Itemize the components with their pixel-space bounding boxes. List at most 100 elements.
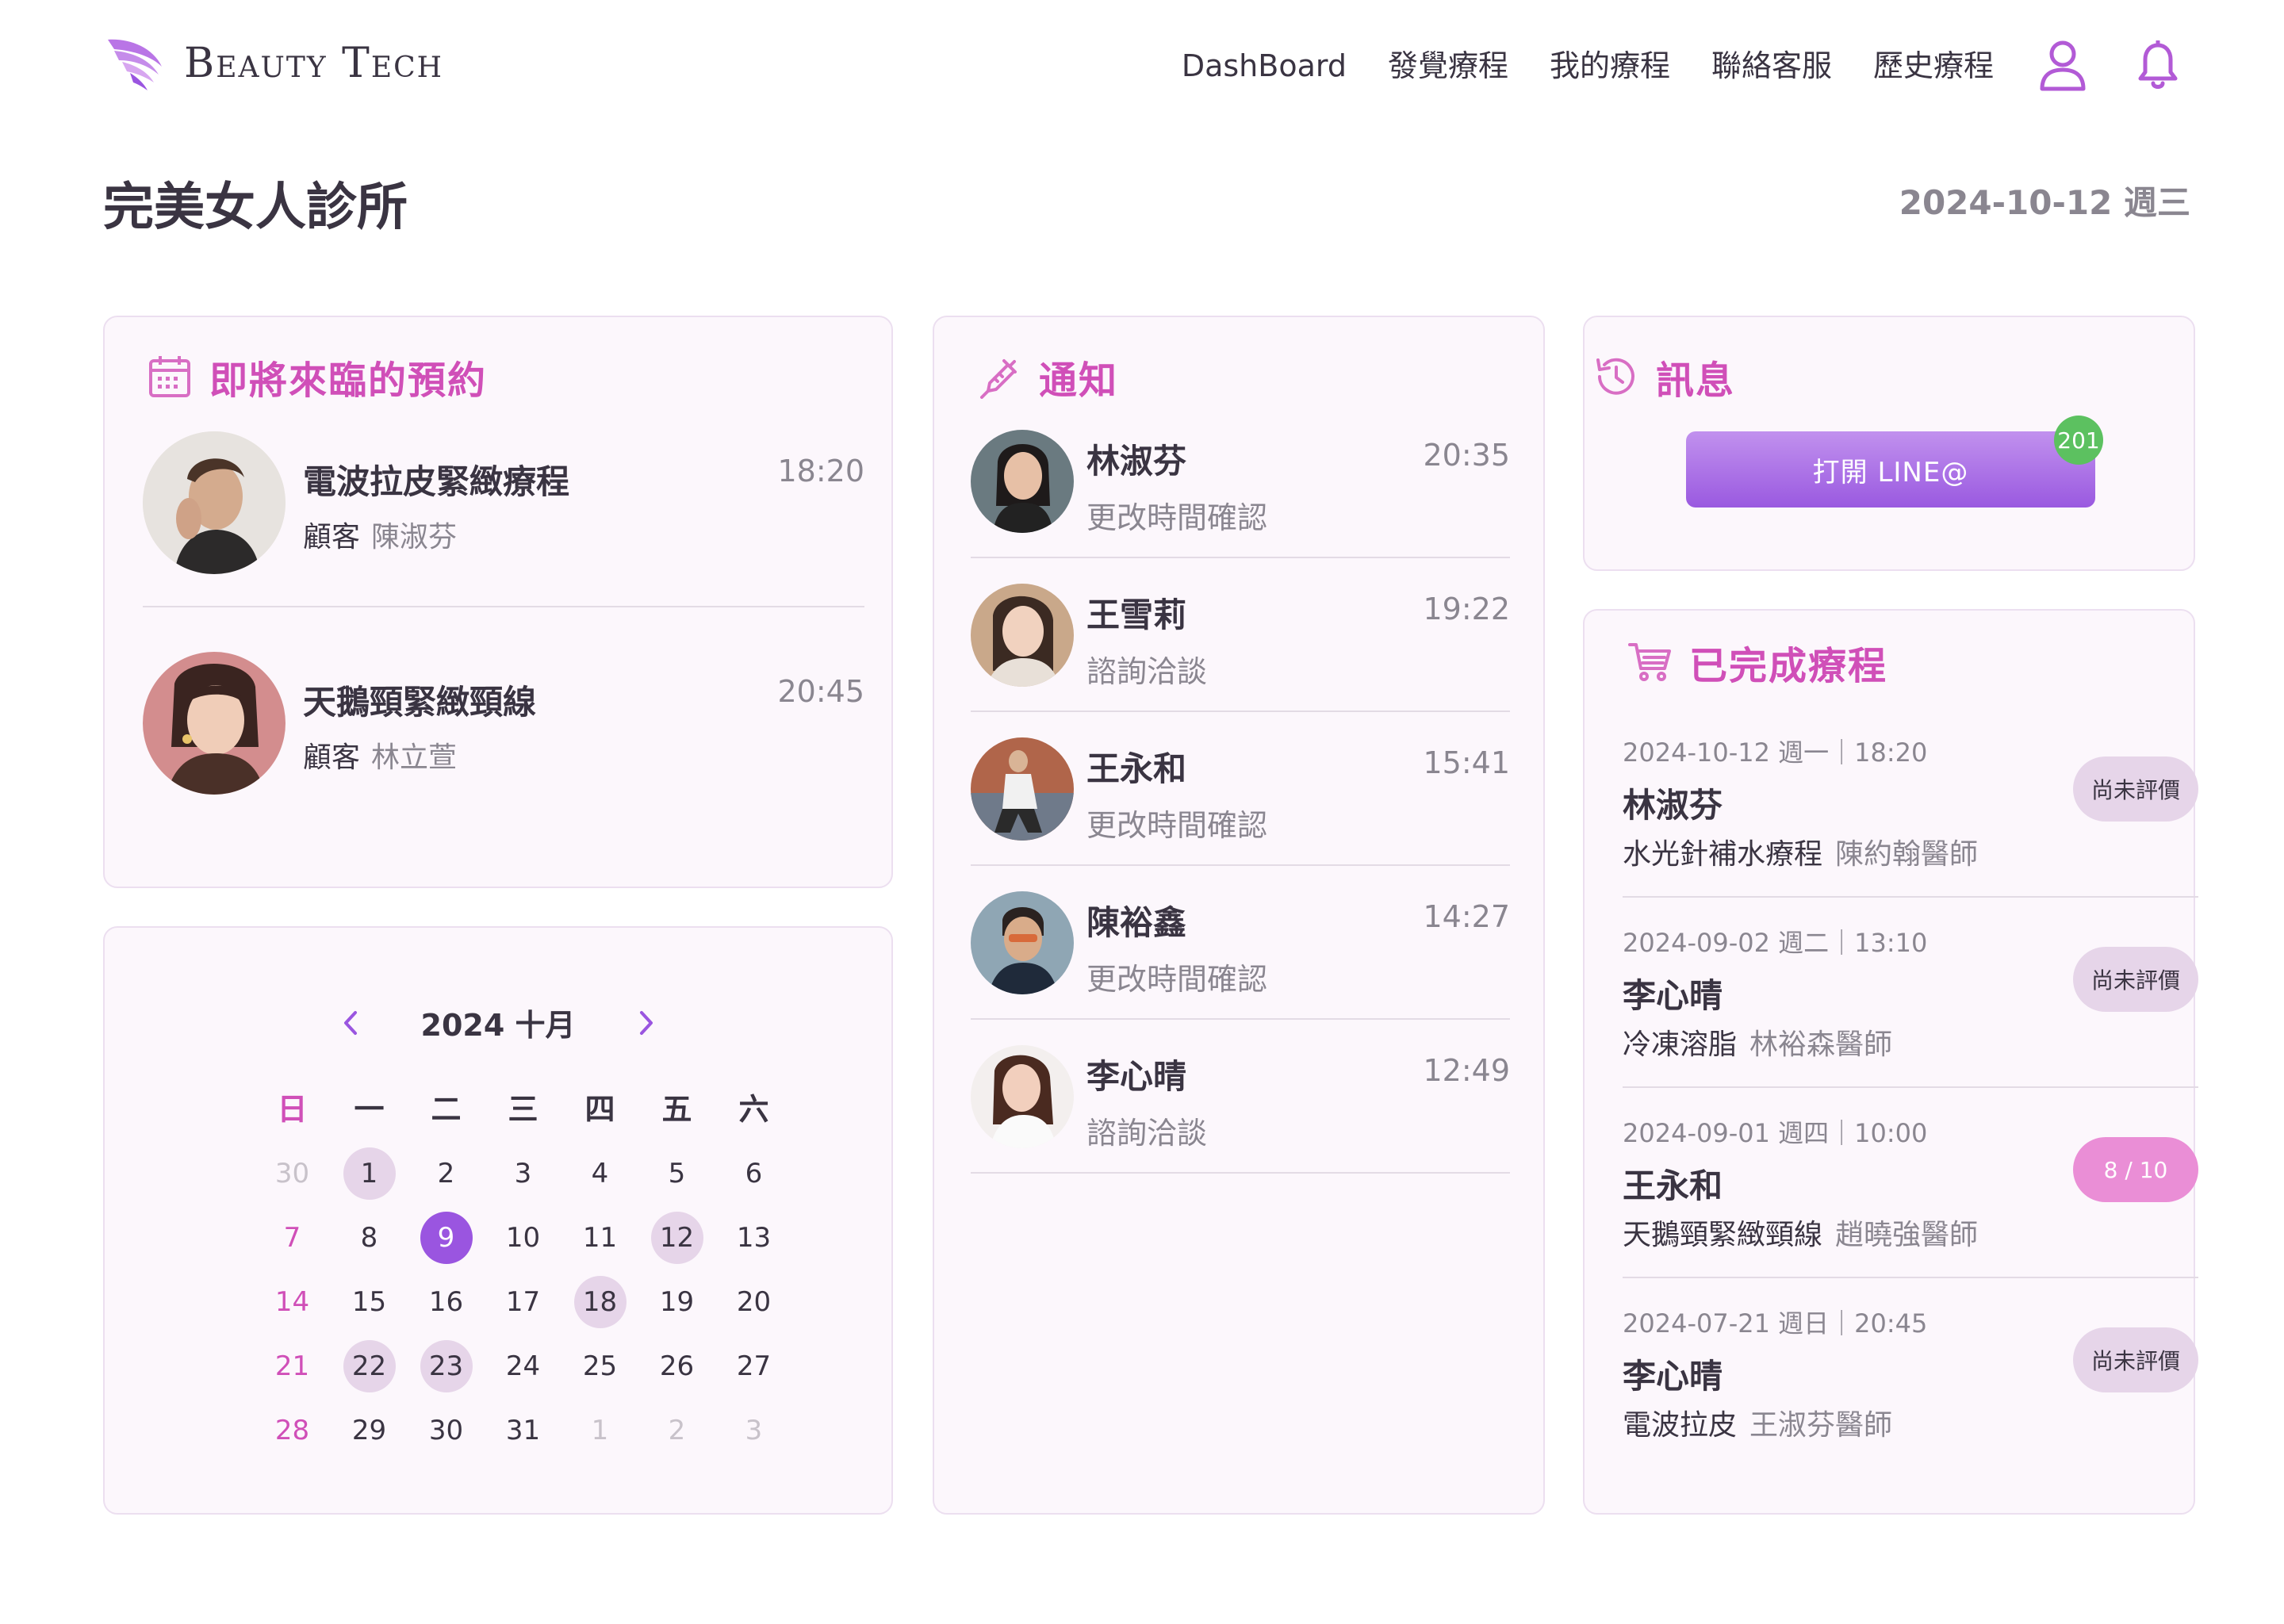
- completed-treatment-item[interactable]: 2024-09-02 週二｜13:10 李心晴 冷凍溶脂 林裕森醫師 尚未評價: [1623, 923, 2198, 1113]
- completed-treatment-item[interactable]: 2024-09-01 週四｜10:00 王永和 天鵝頸緊緻頸線 趙曉強醫師 8 / 10: [1623, 1113, 2198, 1304]
- avatar: [971, 430, 1074, 533]
- appointment-time: 20:45: [777, 674, 864, 709]
- main-nav: DashBoard 發覺療程 我的療程 聯絡客服 歷史療程: [1182, 38, 2284, 94]
- completed-treatment-item[interactable]: 2024-10-12 週一｜18:20 林淑芬 水光針補水療程 陳約翰醫師 尚未評價: [1623, 733, 2198, 923]
- calendar-day-number: 19: [659, 1285, 695, 1318]
- doctor-name: 王淑芬醫師: [1749, 1409, 1893, 1442]
- calendar-day[interactable]: 28: [254, 1404, 331, 1457]
- notification-item[interactable]: 王雪莉 19:22 諮詢洽談: [971, 584, 1510, 738]
- appointment-item[interactable]: 天鵝頸緊緻頸線 20:45 顧客 林立萱: [143, 652, 864, 842]
- notification-time: 20:35: [1423, 438, 1510, 473]
- appointment-item[interactable]: 電波拉皮緊緻療程 18:20 顧客 陳淑芬: [143, 431, 864, 622]
- treatment-name: 天鵝頸緊緻頸線: [303, 683, 537, 722]
- bell-icon[interactable]: [2130, 38, 2186, 94]
- calendar-day[interactable]: 10: [485, 1212, 561, 1264]
- calendar-day[interactable]: 1: [331, 1147, 408, 1200]
- current-date: 2024-10-12 週三: [1899, 183, 2190, 222]
- unread-count-badge: 201: [2054, 416, 2103, 465]
- calendar-day[interactable]: 3: [715, 1404, 792, 1457]
- treatment-info: 冷凍溶脂 林裕森醫師: [1623, 1021, 1892, 1063]
- open-line-button[interactable]: 打開 LINE@: [1686, 431, 2095, 508]
- calendar-day[interactable]: 27: [715, 1340, 792, 1392]
- calendar-day-number: 12: [650, 1211, 703, 1264]
- treatment-name: 天鵝頸緊緻頸線: [1623, 1219, 1823, 1251]
- calendar-day[interactable]: 3: [485, 1147, 561, 1200]
- calendar-day[interactable]: 2: [638, 1404, 715, 1457]
- nav-contact-support[interactable]: 聯絡客服: [1711, 38, 1832, 94]
- nav-my-treatments[interactable]: 我的療程: [1550, 38, 1670, 94]
- calendar-day[interactable]: 25: [561, 1340, 638, 1392]
- chevron-left-icon[interactable]: [334, 1007, 366, 1039]
- brand-logo[interactable]: Beauty Tech: [103, 32, 443, 95]
- calendar-day[interactable]: 29: [331, 1404, 408, 1457]
- calendar-day-number: 14: [274, 1285, 310, 1318]
- calendar-day[interactable]: 17: [485, 1276, 561, 1328]
- notification-time: 12:49: [1423, 1053, 1510, 1088]
- calendar-day[interactable]: 11: [561, 1212, 638, 1264]
- calendar-day[interactable]: 30: [254, 1147, 331, 1200]
- calendar-day-number: 3: [745, 1414, 763, 1446]
- nav-history[interactable]: 歷史療程: [1873, 38, 1994, 94]
- calendar-day[interactable]: 20: [715, 1276, 792, 1328]
- calendar-day[interactable]: 13: [715, 1212, 792, 1264]
- calendar-week-row: 21 22 23 24 25 26 27: [254, 1334, 792, 1398]
- calendar-day[interactable]: 4: [561, 1147, 638, 1200]
- calendar-day-number: 1: [343, 1147, 396, 1200]
- calendar-day[interactable]: 31: [485, 1404, 561, 1457]
- calendar-day[interactable]: 6: [715, 1147, 792, 1200]
- notification-time: 14:27: [1423, 899, 1510, 934]
- calendar-day[interactable]: 21: [254, 1340, 331, 1392]
- calendar-day[interactable]: 2: [408, 1147, 485, 1200]
- calendar-day[interactable]: 16: [408, 1276, 485, 1328]
- chevron-right-icon[interactable]: [631, 1007, 663, 1039]
- rate-button[interactable]: 尚未評價: [2073, 756, 2198, 822]
- notification-sender: 王雪莉: [1086, 596, 1187, 634]
- calendar-day-number: 2: [437, 1157, 455, 1189]
- calendar-day[interactable]: 26: [638, 1340, 715, 1392]
- divider: [971, 1018, 1510, 1020]
- calendar-day[interactable]: 19: [638, 1276, 715, 1328]
- calendar-day-number: 27: [736, 1350, 772, 1382]
- nav-discover-treatments[interactable]: 發覺療程: [1388, 38, 1508, 94]
- user-icon[interactable]: [2035, 38, 2090, 94]
- calendar-day[interactable]: 18: [561, 1275, 638, 1328]
- calendar-day[interactable]: 12: [638, 1211, 715, 1264]
- calendar-day[interactable]: 22: [331, 1339, 408, 1392]
- calendar-day[interactable]: 30: [408, 1404, 485, 1457]
- calendar-day[interactable]: 23: [408, 1339, 485, 1392]
- notification-item[interactable]: 王永和 15:41 更改時間確認: [971, 737, 1510, 892]
- calendar-day-number: 16: [428, 1285, 464, 1318]
- card-header: 通知: [975, 349, 1118, 404]
- client-name: 林淑芬: [1623, 786, 1723, 825]
- client-info: 顧客 陳淑芬: [303, 514, 457, 555]
- rate-button[interactable]: 尚未評價: [2073, 1327, 2198, 1392]
- calendar-day-number: 9: [420, 1211, 473, 1264]
- rate-button[interactable]: 尚未評價: [2073, 947, 2198, 1012]
- card-title: 即將來臨的預約: [209, 358, 488, 403]
- calendar-day[interactable]: 1: [561, 1404, 638, 1457]
- calendar-day[interactable]: 9: [408, 1211, 485, 1264]
- rating-badge[interactable]: 8 / 10: [2073, 1137, 2198, 1202]
- calendar-day[interactable]: 5: [638, 1147, 715, 1200]
- card-header: 即將來臨的預約: [146, 349, 487, 404]
- client-name: 李心晴: [1623, 976, 1723, 1015]
- calendar-day[interactable]: 8: [331, 1212, 408, 1264]
- completed-treatment-item[interactable]: 2024-07-21 週日｜20:45 李心晴 電波拉皮 王淑芬醫師 尚未評價: [1623, 1304, 2198, 1494]
- calendar-day-number: 29: [351, 1414, 387, 1446]
- calendar-weekday-row: 日 一 二 三 四 五 六: [254, 1077, 792, 1141]
- calendar-day[interactable]: 15: [331, 1276, 408, 1328]
- calendar-day[interactable]: 14: [254, 1276, 331, 1328]
- nav-dashboard[interactable]: DashBoard: [1182, 38, 1347, 94]
- calendar-card: 2024 十月 日 一 二 三 四 五 六 30 1 2 3 4 5 6 7 8 9 10 11 12 1…: [103, 926, 893, 1515]
- calendar-day-number: 10: [505, 1221, 541, 1254]
- page-title: 完美女人診所: [103, 178, 408, 237]
- notification-item[interactable]: 林淑芬 20:35 更改時間確認: [971, 430, 1510, 584]
- calendar-day[interactable]: 24: [485, 1340, 561, 1392]
- notification-item[interactable]: 李心晴 12:49 諮詢洽談: [971, 1045, 1510, 1200]
- avatar: [971, 891, 1074, 994]
- calendar-day-number: 30: [274, 1157, 310, 1189]
- notification-item[interactable]: 陳裕鑫 14:27 更改時間確認: [971, 891, 1510, 1046]
- calendar-month-label: 2024 十月: [420, 1008, 576, 1043]
- weekday-label: 一: [354, 1091, 385, 1127]
- calendar-day[interactable]: 7: [254, 1212, 331, 1264]
